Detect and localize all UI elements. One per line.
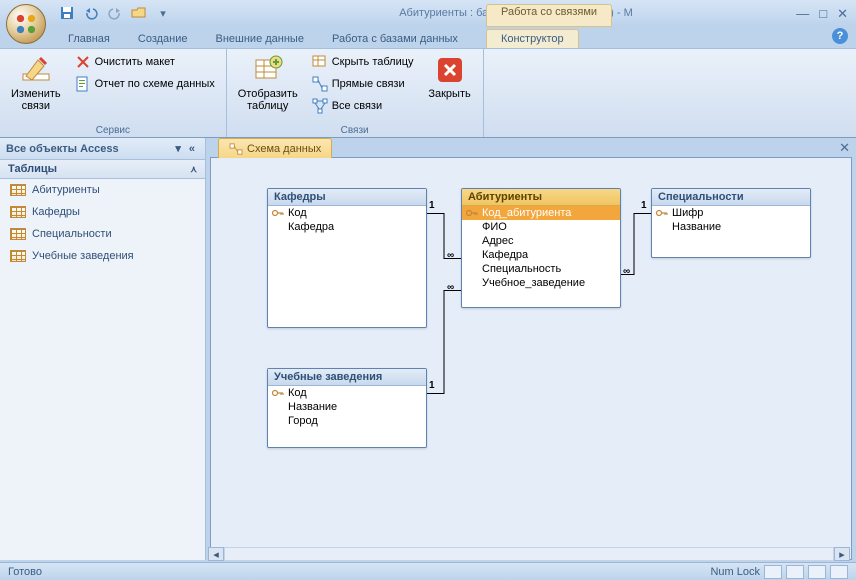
- ribbon-group-tools-label: Сервис: [6, 124, 220, 137]
- context-tab-group: Работа со связями: [486, 4, 612, 27]
- relationships-canvas-wrap: Схема данных ✕ КафедрыКодКафедраАбитурие…: [206, 138, 856, 560]
- entity-field[interactable]: Код: [268, 386, 426, 400]
- status-ready: Готово: [8, 566, 42, 578]
- entity-header[interactable]: Абитуриенты: [462, 189, 620, 206]
- edit-relationships-button[interactable]: Изменить связи: [6, 51, 66, 124]
- document-tab[interactable]: Схема данных: [218, 138, 332, 158]
- clear-layout-button[interactable]: Очистить макет: [70, 51, 220, 73]
- entity-field[interactable]: Кафедра: [462, 248, 620, 262]
- entity-field[interactable]: Город: [268, 414, 426, 428]
- show-table-label: Отобразить таблицу: [238, 88, 298, 112]
- table-icon: [10, 250, 26, 262]
- table-icon: [10, 206, 26, 218]
- nav-title[interactable]: Все объекты Access: [6, 143, 119, 155]
- tab-design[interactable]: Конструктор: [486, 29, 579, 48]
- relationship-cardinality: 1: [641, 200, 647, 211]
- open-icon[interactable]: [130, 4, 148, 22]
- relationship-report-button[interactable]: Отчет по схеме данных: [70, 73, 220, 95]
- quick-access-toolbar: ▾: [58, 4, 172, 22]
- main-area: Все объекты Access ▾ « Таблицы ⋏ Абитури…: [0, 138, 856, 560]
- entity-spec[interactable]: СпециальностиШифрНазвание: [651, 188, 811, 258]
- entity-uch[interactable]: Учебные заведенияКодНазваниеГород: [267, 368, 427, 448]
- scroll-track[interactable]: [224, 547, 834, 561]
- relationship-cardinality: ∞: [447, 250, 454, 261]
- entity-field[interactable]: Адрес: [462, 234, 620, 248]
- table-icon: [10, 184, 26, 196]
- scroll-right-button[interactable]: ▸: [834, 547, 850, 561]
- ribbon: Изменить связи Очистить макет Отчет по с…: [0, 48, 856, 138]
- horizontal-scrollbar: ◂ ▸: [208, 546, 850, 562]
- tab-database[interactable]: Работа с базами данных: [318, 30, 472, 48]
- qat-dropdown-icon[interactable]: ▾: [154, 4, 172, 22]
- entity-header[interactable]: Специальности: [652, 189, 810, 206]
- nav-item[interactable]: Учебные заведения: [0, 245, 205, 267]
- tab-external[interactable]: Внешние данные: [202, 30, 318, 48]
- nav-item[interactable]: Абитуриенты: [0, 179, 205, 201]
- close-button[interactable]: ✕: [837, 6, 848, 22]
- minimize-button[interactable]: —: [796, 6, 809, 22]
- entity-abit[interactable]: АбитуриентыКод_абитуриентаФИОАдресКафедр…: [461, 188, 621, 308]
- ribbon-tabs: Главная Создание Внешние данные Работа с…: [0, 26, 856, 48]
- relationship-cardinality: 1: [429, 380, 435, 391]
- entity-field[interactable]: Код_абитуриента: [462, 206, 620, 220]
- entity-field[interactable]: Название: [268, 400, 426, 414]
- status-numlock: Num Lock: [710, 566, 760, 578]
- ribbon-group-relationships-label: Связи: [233, 124, 477, 137]
- key-icon: [272, 208, 284, 218]
- entity-field[interactable]: ФИО: [462, 220, 620, 234]
- view-mode-1-icon[interactable]: [764, 565, 782, 579]
- ribbon-group-tools: Изменить связи Очистить макет Отчет по с…: [0, 49, 227, 137]
- entity-field[interactable]: Код: [268, 206, 426, 220]
- relationships-canvas[interactable]: КафедрыКодКафедраАбитуриентыКод_абитурие…: [210, 157, 852, 560]
- tab-create[interactable]: Создание: [124, 30, 202, 48]
- key-icon: [272, 388, 284, 398]
- document-tab-label: Схема данных: [247, 143, 321, 155]
- restore-button[interactable]: □: [819, 6, 827, 22]
- view-mode-2-icon[interactable]: [786, 565, 804, 579]
- nav-collapse-icon[interactable]: «: [185, 143, 199, 155]
- table-icon: [10, 228, 26, 240]
- key-icon: [466, 208, 478, 218]
- redo-icon[interactable]: [106, 4, 124, 22]
- entity-field[interactable]: Шифр: [652, 206, 810, 220]
- undo-icon[interactable]: [82, 4, 100, 22]
- ribbon-group-relationships: Отобразить таблицу Скрыть таблицу Прямые…: [227, 49, 484, 137]
- title-bar: ▾ Абитуриенты : база данных (Access 2007…: [0, 0, 856, 26]
- nav-category-collapse-icon[interactable]: ⋏: [190, 164, 197, 175]
- show-table-button[interactable]: Отобразить таблицу: [233, 51, 303, 124]
- entity-field[interactable]: Кафедра: [268, 220, 426, 234]
- relationship-cardinality: ∞: [623, 266, 630, 277]
- entity-kaf[interactable]: КафедрыКодКафедра: [267, 188, 427, 328]
- relationship-cardinality: ∞: [447, 282, 454, 293]
- entity-header[interactable]: Учебные заведения: [268, 369, 426, 386]
- save-icon[interactable]: [58, 4, 76, 22]
- view-mode-4-icon[interactable]: [830, 565, 848, 579]
- all-relationships-button[interactable]: Все связи: [307, 95, 419, 117]
- entity-header[interactable]: Кафедры: [268, 189, 426, 206]
- office-button[interactable]: [6, 4, 46, 44]
- nav-item[interactable]: Специальности: [0, 223, 205, 245]
- navigation-pane: Все объекты Access ▾ « Таблицы ⋏ Абитури…: [0, 138, 206, 560]
- entity-field[interactable]: Специальность: [462, 262, 620, 276]
- entity-field[interactable]: Название: [652, 220, 810, 234]
- edit-relationships-label: Изменить связи: [11, 88, 61, 112]
- close-relationships-button[interactable]: Закрыть: [423, 51, 477, 124]
- nav-category-tables: Таблицы ⋏: [0, 160, 205, 179]
- tab-home[interactable]: Главная: [54, 30, 124, 48]
- document-close-icon[interactable]: ✕: [839, 140, 850, 156]
- help-icon[interactable]: ?: [832, 28, 848, 44]
- key-icon: [656, 208, 668, 218]
- entity-field[interactable]: Учебное_заведение: [462, 276, 620, 290]
- hide-table-button[interactable]: Скрыть таблицу: [307, 51, 419, 73]
- nav-header: Все объекты Access ▾ «: [0, 138, 205, 160]
- relationship-cardinality: 1: [429, 200, 435, 211]
- nav-item[interactable]: Кафедры: [0, 201, 205, 223]
- direct-relationships-button[interactable]: Прямые связи: [307, 73, 419, 95]
- view-mode-3-icon[interactable]: [808, 565, 826, 579]
- status-bar: Готово Num Lock: [0, 562, 856, 580]
- nav-dropdown-icon[interactable]: ▾: [171, 142, 185, 155]
- scroll-left-button[interactable]: ◂: [208, 547, 224, 561]
